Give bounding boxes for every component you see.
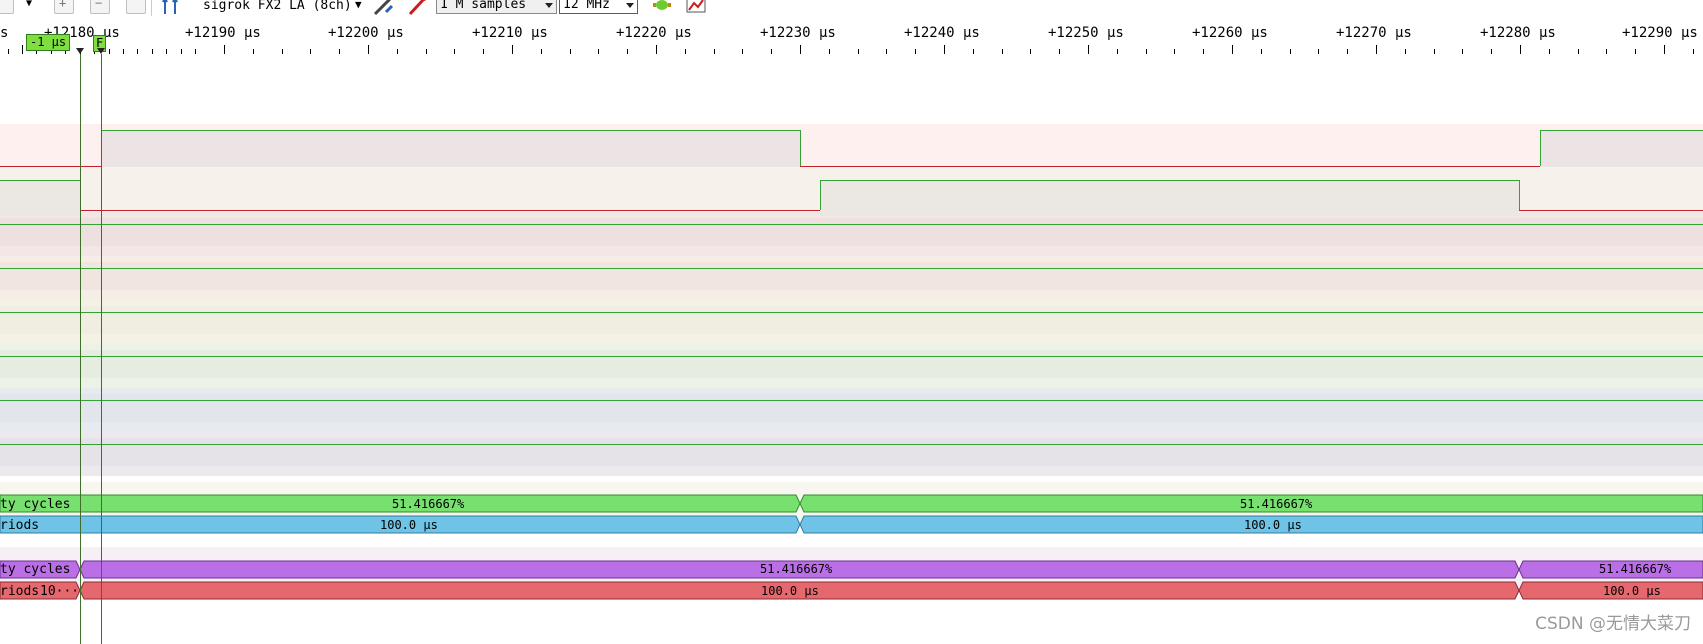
dropdown-arrow-icon[interactable]: ▼ bbox=[26, 0, 32, 9]
signal-high-fill bbox=[0, 218, 1703, 246]
decoder-row-overflow: 10··· bbox=[40, 584, 80, 599]
decoder-row-duty-cycles-1[interactable] bbox=[0, 494, 1703, 513]
device-selector[interactable]: sigrok FX2 LA (8ch) bbox=[203, 0, 352, 13]
zoom-in-icon[interactable]: + bbox=[54, 0, 74, 14]
annotation-value: 100.0 μs bbox=[1244, 518, 1302, 532]
configure-device-icon[interactable] bbox=[372, 0, 396, 16]
signal-high-fill bbox=[820, 180, 1519, 216]
signal-high-fill bbox=[0, 262, 1703, 290]
device-dropdown-arrow-icon[interactable]: ▼ bbox=[355, 0, 362, 11]
decoder-row-label: riods bbox=[0, 584, 40, 599]
annotation-value: 51.416667% bbox=[1240, 497, 1313, 511]
signal-high-fill bbox=[0, 394, 1703, 422]
ruler-ticks bbox=[8, 45, 1694, 54]
decoder-row-duty-cycles-2[interactable] bbox=[0, 560, 1703, 579]
cursor-toggle-icon[interactable] bbox=[160, 0, 182, 14]
decoder-row-periods-1[interactable] bbox=[0, 515, 1703, 534]
annotation-value: 100.0 μs bbox=[761, 584, 819, 598]
run-icon[interactable] bbox=[650, 0, 674, 14]
decoder-row-periods-2[interactable] bbox=[0, 581, 1703, 600]
annotation-value: 51.416667% bbox=[392, 497, 465, 511]
chevron-down-icon bbox=[626, 3, 634, 8]
signal-high-fill bbox=[0, 438, 1703, 466]
save-icon[interactable] bbox=[0, 0, 14, 14]
decoder-row-label: ty cycles bbox=[0, 562, 71, 577]
cursor-b-handle-icon[interactable] bbox=[97, 48, 105, 54]
sample-count-select[interactable]: 1 M samples bbox=[436, 0, 557, 14]
trace-view[interactable] bbox=[0, 54, 1703, 644]
signal-high-fill bbox=[0, 306, 1703, 334]
time-ruler[interactable]: s +12180 μs +12190 μs +12200 μs +12210 μ… bbox=[0, 22, 1703, 54]
decoder-row-label: riods bbox=[0, 518, 40, 533]
annotation-value: 51.416667% bbox=[760, 562, 833, 576]
sample-count-value: 1 M samples bbox=[440, 0, 527, 12]
probe-config-icon[interactable] bbox=[407, 0, 429, 16]
watermark: CSDN @无情大菜刀 bbox=[1535, 614, 1691, 634]
annotation-value: 100.0 μs bbox=[380, 518, 438, 532]
signal-high-fill bbox=[101, 131, 800, 167]
annotation-value: 100.0 μs bbox=[1603, 584, 1661, 598]
signal-high-fill bbox=[0, 350, 1703, 378]
zoom-out-icon[interactable]: − bbox=[90, 0, 110, 14]
decoder-row-label: ty cycles bbox=[0, 497, 71, 512]
toolbar-separator bbox=[151, 0, 152, 16]
toolbar: ▼ + − sigrok FX2 LA (8ch) ▼ 1 M samples … bbox=[0, 0, 1703, 22]
cursor-a-handle-icon[interactable] bbox=[76, 48, 84, 54]
samplerate-value: 12 MHz bbox=[563, 0, 610, 12]
samplerate-select[interactable]: 12 MHz bbox=[559, 0, 638, 14]
cursor-handles[interactable] bbox=[0, 48, 120, 56]
annotation-value: 51.416667% bbox=[1599, 562, 1672, 576]
signal-high-fill bbox=[1540, 131, 1703, 167]
zoom-fit-icon[interactable] bbox=[126, 0, 146, 14]
decoder-icon[interactable] bbox=[685, 0, 709, 16]
signal-high-fill bbox=[0, 180, 80, 216]
chevron-down-icon bbox=[545, 3, 553, 8]
